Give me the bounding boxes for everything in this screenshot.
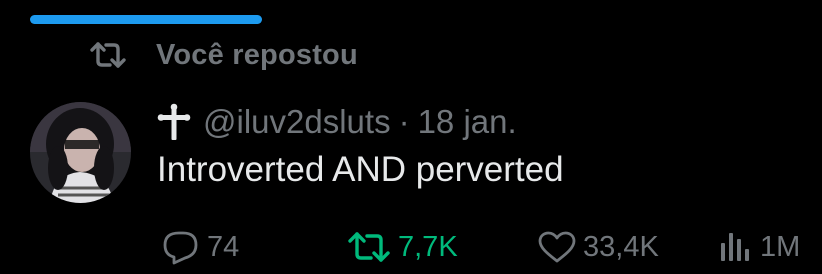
reply-button[interactable]: 74 <box>160 222 239 272</box>
repost-count: 7,7K <box>398 230 458 263</box>
repost-banner: Você repostou <box>88 34 358 76</box>
like-count: 33,4K <box>583 230 659 263</box>
views-button[interactable]: 1M <box>717 222 800 272</box>
views-count: 1M <box>760 230 801 263</box>
post-text: Introverted AND perverted <box>157 150 564 189</box>
repost-banner-text: Você repostou <box>156 38 358 71</box>
like-button[interactable]: 33,4K <box>536 222 659 272</box>
post-header: @iluv2dsluts · 18 jan. <box>157 98 517 146</box>
repost-icon <box>90 42 126 68</box>
action-bar: 74 7,7K 33,4K 1M <box>0 222 822 272</box>
avatar[interactable] <box>30 102 131 203</box>
cross-icon <box>157 103 191 140</box>
repost-button[interactable]: 7,7K <box>345 222 458 272</box>
repost-icon <box>348 232 390 262</box>
loading-progress-bar <box>0 0 822 28</box>
post-date[interactable]: 18 jan. <box>418 103 517 141</box>
views-icon <box>721 233 749 261</box>
reply-count: 74 <box>207 230 240 263</box>
like-icon <box>538 231 576 263</box>
avatar-image <box>30 102 131 203</box>
user-handle[interactable]: @iluv2dsluts <box>203 103 391 141</box>
reply-icon <box>163 231 198 265</box>
progress-fill <box>30 15 262 24</box>
separator-dot: · <box>398 103 410 140</box>
